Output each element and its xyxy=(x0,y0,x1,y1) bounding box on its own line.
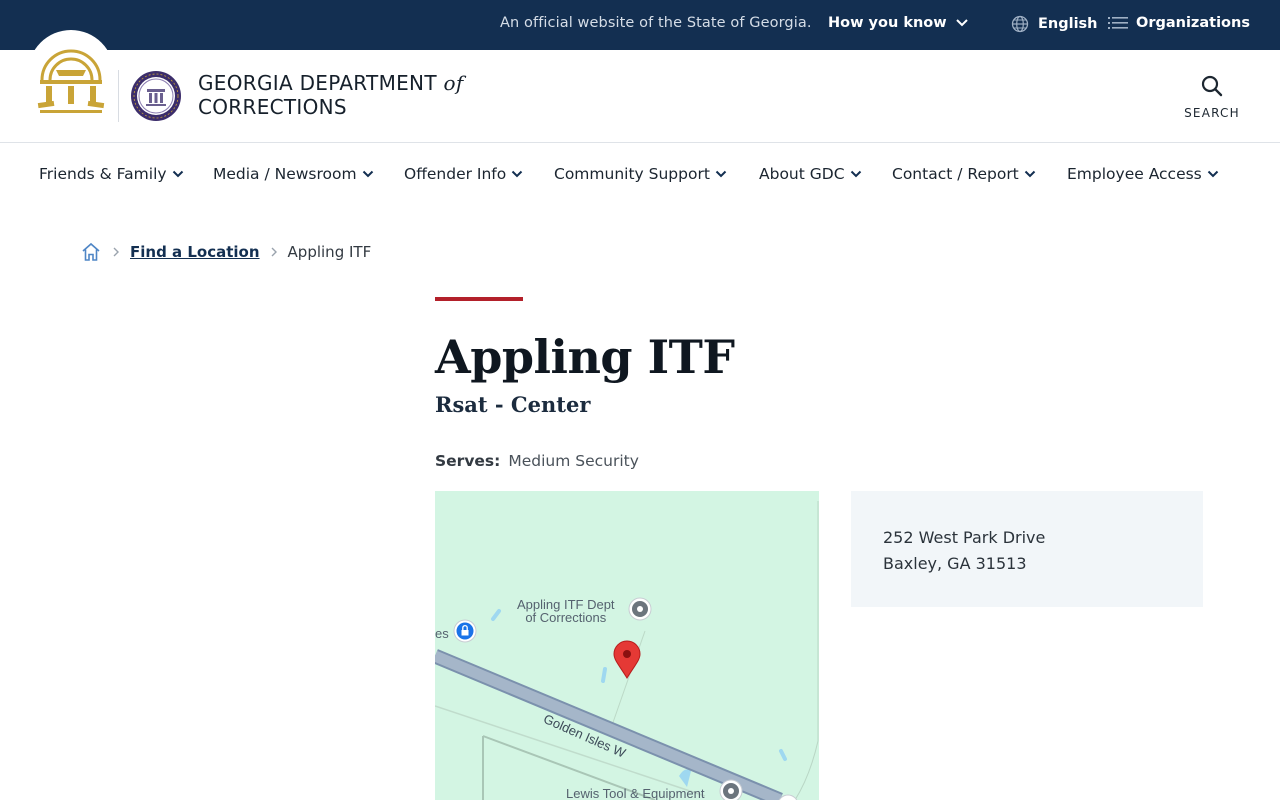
site-header: GEORGIA DEPARTMENT of CORRECTIONS SEARCH xyxy=(0,30,1280,143)
breadcrumb-current: Appling ITF xyxy=(287,243,372,261)
address-card: 252 West Park Drive Baxley, GA 31513 xyxy=(851,491,1203,607)
chevron-down-icon xyxy=(512,170,523,178)
official-site-text: An official website of the State of Geor… xyxy=(500,15,812,31)
nav-label: Media / Newsroom xyxy=(213,165,357,183)
chevron-down-icon xyxy=(955,19,968,27)
chevron-down-icon xyxy=(362,170,373,178)
nav-friends-family[interactable]: Friends & Family xyxy=(39,165,184,183)
gdc-seal-logo[interactable] xyxy=(130,70,182,122)
nav-label: Employee Access xyxy=(1067,165,1202,183)
map-bottom-poi-label: Lewis Tool & Equipment xyxy=(566,786,705,800)
home-icon[interactable] xyxy=(80,241,102,263)
chevron-down-icon xyxy=(1024,170,1035,178)
language-label: English xyxy=(1038,16,1098,32)
nav-label: Contact / Report xyxy=(892,165,1019,183)
nav-label: About GDC xyxy=(759,165,845,183)
nav-about-gdc[interactable]: About GDC xyxy=(759,165,862,183)
nav-label: Offender Info xyxy=(404,165,507,183)
search-icon xyxy=(1201,75,1223,97)
map-poi-marker[interactable] xyxy=(628,597,652,621)
page-subtitle: Rsat - Center xyxy=(435,392,591,417)
map-poi-label: Appling ITF Dept of Corrections xyxy=(517,598,615,624)
map-location-pin-icon[interactable] xyxy=(613,640,641,679)
main-navigation: Friends & Family Media / Newsroom Offend… xyxy=(0,143,1280,205)
nav-contact-report[interactable]: Contact / Report xyxy=(892,165,1036,183)
logo-divider xyxy=(118,70,119,122)
chevron-right-icon xyxy=(113,247,119,257)
brand-line-2: CORRECTIONS xyxy=(198,95,347,119)
brand-of: of xyxy=(443,71,464,95)
brand-line-1: GEORGIA DEPARTMENT xyxy=(198,71,437,95)
map-canvas xyxy=(435,501,819,800)
chevron-down-icon xyxy=(715,170,727,178)
nav-offender-info[interactable]: Offender Info xyxy=(404,165,523,183)
search-label: SEARCH xyxy=(1184,106,1240,120)
map-lock-marker[interactable] xyxy=(453,619,477,643)
poi-label-line-2: of Corrections xyxy=(525,610,607,625)
organizations-link[interactable]: Organizations xyxy=(1108,15,1250,31)
chevron-down-icon xyxy=(850,170,861,178)
page-title: Appling ITF xyxy=(435,330,735,384)
location-map[interactable]: Appling ITF Dept of Corrections es Golde… xyxy=(435,491,819,800)
official-banner: An official website of the State of Geor… xyxy=(0,0,1280,50)
nav-community-support[interactable]: Community Support xyxy=(554,165,727,183)
nav-label: Community Support xyxy=(554,165,710,183)
nav-media-newsroom[interactable]: Media / Newsroom xyxy=(213,165,374,183)
serves-info: Serves: Medium Security xyxy=(435,452,639,470)
map-poi-marker[interactable] xyxy=(719,779,743,800)
chevron-down-icon xyxy=(172,170,183,178)
map-left-poi-label: es xyxy=(435,626,449,641)
list-icon xyxy=(1108,17,1128,29)
site-brand-name[interactable]: GEORGIA DEPARTMENT of CORRECTIONS xyxy=(198,71,464,119)
title-accent-bar xyxy=(435,297,523,301)
georgia-state-seal-logo[interactable] xyxy=(36,40,106,116)
language-selector[interactable]: English xyxy=(1011,15,1098,33)
breadcrumb-find-location-link[interactable]: Find a Location xyxy=(130,243,260,261)
nav-label: Friends & Family xyxy=(39,165,167,183)
organizations-label: Organizations xyxy=(1136,15,1250,31)
serves-value: Medium Security xyxy=(508,452,639,470)
how-you-know-label: How you know xyxy=(828,15,947,31)
search-button[interactable]: SEARCH xyxy=(1180,74,1244,120)
chevron-down-icon xyxy=(1207,170,1218,178)
address-line-2: Baxley, GA 31513 xyxy=(883,554,1027,573)
serves-label: Serves: xyxy=(435,452,501,470)
address-line-1: 252 West Park Drive xyxy=(883,528,1046,547)
nav-employee-access[interactable]: Employee Access xyxy=(1067,165,1219,183)
breadcrumb: Find a Location Appling ITF xyxy=(80,241,371,263)
how-you-know-toggle[interactable]: How you know xyxy=(828,15,969,31)
globe-icon xyxy=(1011,15,1029,33)
chevron-right-icon xyxy=(271,247,277,257)
